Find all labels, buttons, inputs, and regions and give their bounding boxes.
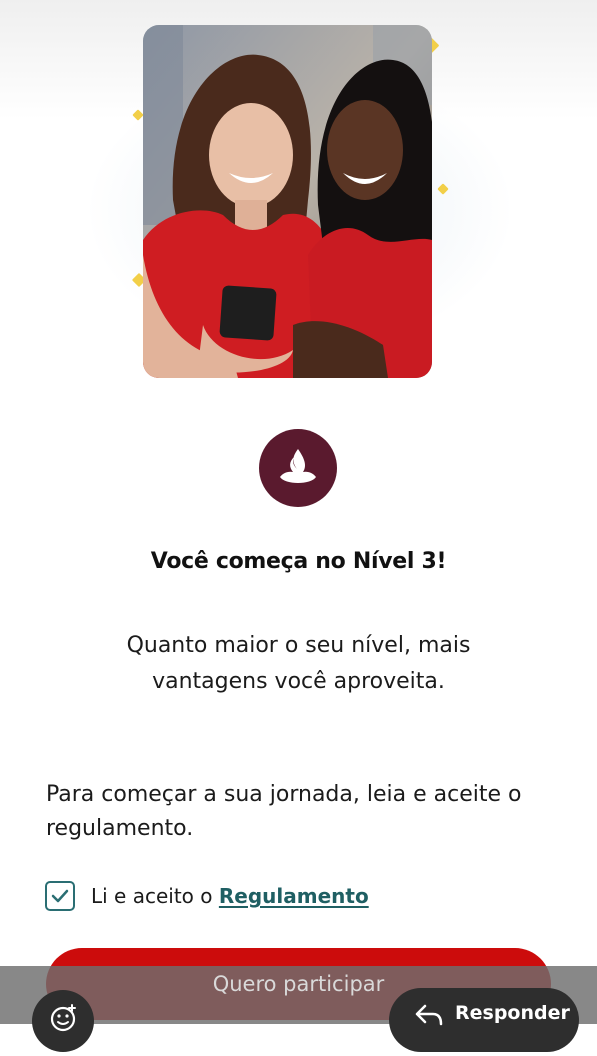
agreement-row: Li e aceito o Regulamento xyxy=(45,878,369,914)
agreement-label: Li e aceito o Regulamento xyxy=(91,884,369,908)
reply-label: Responder xyxy=(455,1002,570,1024)
emoji-add-icon xyxy=(50,1004,76,1032)
emoji-button[interactable] xyxy=(32,990,94,1052)
regulation-link[interactable]: Regulamento xyxy=(219,884,369,908)
subtitle-text: Quanto maior o seu nível, mais vantagens… xyxy=(126,633,471,694)
reply-button[interactable]: Responder xyxy=(389,988,579,1052)
page-title: Você começa no Nível 3! xyxy=(150,549,447,574)
flame-logo-icon xyxy=(280,449,316,483)
hero-image xyxy=(143,25,432,378)
check-icon xyxy=(51,889,69,903)
brand-logo-badge xyxy=(259,429,337,507)
agreement-checkbox[interactable] xyxy=(45,881,75,911)
instruction-text: Para começar a sua jornada, leia e aceit… xyxy=(46,782,522,841)
reply-arrow-icon xyxy=(415,1004,443,1026)
agreement-label-prefix: Li e aceito o xyxy=(91,884,213,908)
